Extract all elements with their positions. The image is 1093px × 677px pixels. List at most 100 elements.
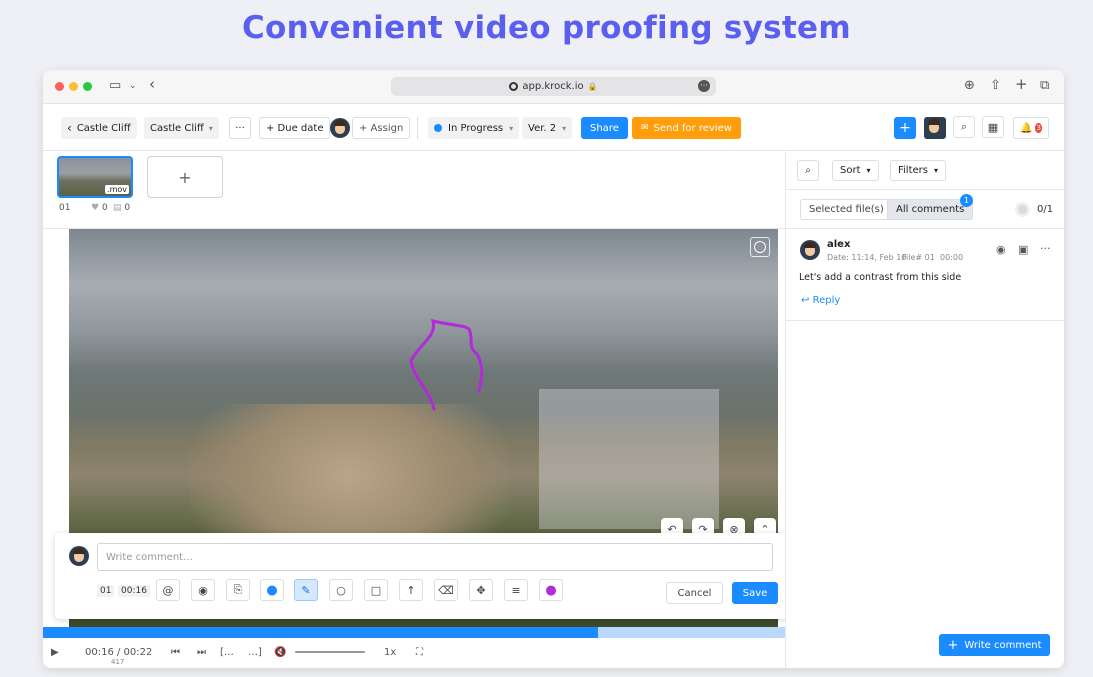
timeline-progress[interactable] <box>43 627 807 638</box>
notifications-button[interactable]: 🔔 3 <box>1013 117 1049 139</box>
sort-label: Sort <box>840 165 861 176</box>
time-tag[interactable]: 00:16 <box>118 585 150 597</box>
share-button[interactable]: Share <box>581 117 628 139</box>
chevron-down-icon: ▾ <box>866 166 871 175</box>
mark-out-icon[interactable]: …] <box>248 647 262 658</box>
next-frame-icon[interactable]: ⏭ <box>197 647 206 658</box>
volume-slider[interactable] <box>295 651 365 653</box>
reply-button[interactable]: ↩ Reply <box>801 295 840 306</box>
sidebar-scope-row: Selected file(s) All comments 1 0/1 <box>786 190 1064 229</box>
eraser-icon[interactable]: ⌫ <box>434 579 458 601</box>
share-sheet-icon[interactable]: ⇧ <box>990 78 1001 93</box>
mark-in-icon[interactable]: [… <box>220 647 234 658</box>
more-options-icon[interactable]: ··· <box>1040 242 1051 255</box>
sidebar-toggle-icon[interactable]: ▭ <box>109 78 121 93</box>
chevron-down-icon: ▾ <box>562 123 567 133</box>
fullscreen-icon[interactable]: ⛶ <box>416 647 423 658</box>
resolved-count: 0/1 <box>1037 204 1054 215</box>
frame-tag[interactable]: 01 <box>97 585 115 597</box>
project-select[interactable]: Castle Cliff ▾ <box>144 117 219 139</box>
status-select[interactable]: In Progress ▾ <box>428 117 520 139</box>
circle-tool-icon[interactable]: ○ <box>329 579 353 601</box>
new-tab-icon[interactable]: + <box>1015 75 1028 93</box>
mention-icon[interactable]: @ <box>156 579 180 601</box>
more-options-button[interactable]: ··· <box>229 117 251 139</box>
resolved-toggle-icon[interactable] <box>1015 202 1030 217</box>
composer-avatar <box>69 546 89 566</box>
add-file-button[interactable]: + <box>147 156 223 198</box>
status-dot-icon <box>434 124 442 132</box>
attachment-icon[interactable]: ⎘ <box>226 579 250 601</box>
tabs-overview-icon[interactable]: ⧉ <box>1040 78 1049 93</box>
minimize-window-button[interactable] <box>69 82 78 91</box>
stroke-color-icon[interactable]: ● <box>539 579 563 601</box>
page-headline: Convenient video proofing system <box>242 10 851 46</box>
frame-number: 417 <box>111 658 125 666</box>
pen-tool-icon[interactable]: ✎ <box>294 579 318 601</box>
move-tool-icon[interactable]: ✥ <box>469 579 493 601</box>
save-button[interactable]: Save <box>732 582 778 604</box>
browser-window: ▭ ⌄ ‹ app.krock.io 🔒 ··· ⊕ ⇧ + ⧉ ‹ Castl… <box>43 70 1064 668</box>
filters-dropdown[interactable]: Filters ▾ <box>890 160 946 181</box>
assign-button[interactable]: + Assign <box>352 117 411 139</box>
app-toolbar: ‹ Castle Cliff Castle Cliff ▾ ··· + Due … <box>43 104 1064 151</box>
play-icon[interactable]: ▶ <box>51 647 59 658</box>
assignee-avatar[interactable] <box>330 117 350 139</box>
file-thumbnail[interactable]: .mov <box>57 156 133 198</box>
color-picker-icon[interactable]: ● <box>260 579 284 601</box>
freehand-annotation <box>409 318 484 411</box>
comment-composer: Write comment... 01 00:16 @ ◉ ⎘ ● ✎ ○ □ … <box>55 533 790 619</box>
back-nav-icon[interactable]: ‹ <box>149 75 155 93</box>
search-icon[interactable]: ⌕ <box>953 116 975 138</box>
close-window-button[interactable] <box>55 82 64 91</box>
file-index: 01 <box>59 203 71 213</box>
comment-author: alex <box>827 239 851 250</box>
write-comment-button[interactable]: + Write comment <box>939 634 1050 656</box>
maximize-window-button[interactable] <box>83 82 92 91</box>
page-menu-icon[interactable]: ··· <box>698 80 710 92</box>
lock-icon: 🔒 <box>587 82 598 91</box>
bell-icon: 🔔 <box>1020 122 1033 134</box>
chevron-down-icon: ▾ <box>208 123 213 133</box>
comment-input[interactable]: Write comment... <box>97 543 773 571</box>
site-loading-icon <box>509 82 519 91</box>
arrow-tool-icon[interactable]: ↑ <box>399 579 423 601</box>
back-to-project-button[interactable]: ‹ Castle Cliff <box>61 117 137 139</box>
search-icon[interactable]: ⌕ <box>797 160 819 181</box>
mail-icon: ✉ <box>641 123 649 133</box>
plus-icon: + <box>947 637 959 653</box>
fullscreen-toggle-icon[interactable] <box>750 237 770 257</box>
send-for-review-button[interactable]: ✉ Send for review <box>632 117 741 139</box>
comment-date: Date: 11:14, Feb 10 <box>827 253 907 262</box>
file-extension: .mov <box>105 185 129 194</box>
mute-icon[interactable]: 🔇 <box>274 647 286 658</box>
rectangle-tool-icon[interactable]: □ <box>364 579 388 601</box>
selected-files-tab[interactable]: Selected file(s) <box>800 199 893 220</box>
download-icon[interactable]: ⊕ <box>964 78 975 93</box>
view-eye-icon[interactable]: ◉ <box>996 243 1006 256</box>
comment-timecode: 00:00 <box>940 253 964 262</box>
previous-frame-icon[interactable]: ⏮ <box>171 647 180 658</box>
comments-sidebar: ⌕ Sort ▾ Filters ▾ Selected file(s) All … <box>785 151 1064 668</box>
speed-control[interactable]: 1x <box>384 647 396 658</box>
comment-card[interactable]: alex Date: 11:14, Feb 10 File# 01 00:00 … <box>786 229 1064 321</box>
add-button[interactable]: + <box>894 117 916 139</box>
comment-text: Let's add a contrast from this side <box>799 272 962 283</box>
back-label: Castle Cliff <box>76 122 131 134</box>
version-select[interactable]: Ver. 2 ▾ <box>522 117 573 139</box>
due-date-button[interactable]: + Due date <box>259 117 331 139</box>
sort-dropdown[interactable]: Sort ▾ <box>832 160 879 181</box>
line-width-icon[interactable]: ≡ <box>504 579 528 601</box>
screen-icon[interactable]: ▣ <box>1018 243 1028 256</box>
visibility-eye-icon[interactable]: ◉ <box>191 579 215 601</box>
cancel-button[interactable]: Cancel <box>666 582 723 604</box>
version-label: Ver. 2 <box>528 122 557 134</box>
chevron-down-icon[interactable]: ⌄ <box>129 81 137 91</box>
url-text: app.krock.io <box>522 81 584 92</box>
time-display: 00:16 / 00:22 <box>85 647 153 658</box>
user-avatar[interactable] <box>924 117 946 139</box>
browser-chrome: ▭ ⌄ ‹ app.krock.io 🔒 ··· ⊕ ⇧ + ⧉ <box>43 70 1064 104</box>
calendar-icon[interactable]: ▦ <box>982 116 1004 138</box>
address-bar[interactable]: app.krock.io 🔒 ··· <box>391 77 716 96</box>
comment-file: File# 01 <box>902 253 935 262</box>
